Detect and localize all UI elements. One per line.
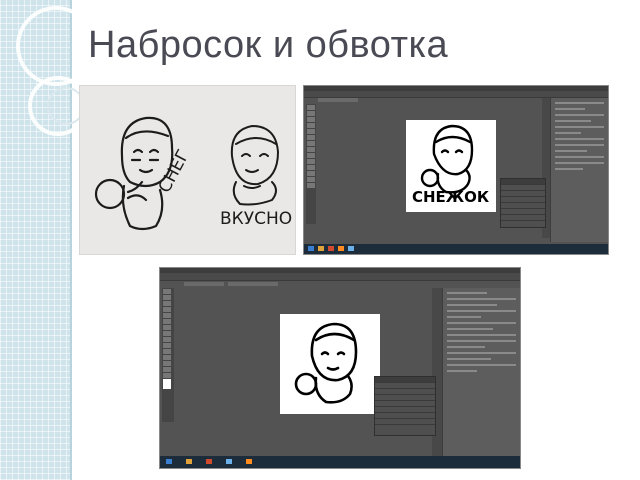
taskbar — [160, 456, 520, 468]
control-bar — [160, 273, 520, 281]
illustrator-icon[interactable] — [246, 459, 252, 464]
explorer-icon[interactable] — [186, 459, 192, 464]
document-tab[interactable] — [318, 98, 358, 102]
start-icon[interactable] — [308, 246, 314, 251]
properties-panel — [550, 98, 608, 242]
illustrator-icon[interactable] — [338, 246, 344, 251]
browser-icon[interactable] — [206, 459, 212, 464]
sketch-drawing: СНЕГ ВКУСНО — [94, 116, 292, 231]
control-bar — [304, 91, 608, 98]
sketch-caption-left: СНЕГ — [155, 147, 194, 197]
sketch-caption-right: ВКУСНО — [220, 209, 292, 229]
browser-icon[interactable] — [328, 246, 334, 251]
artboard — [280, 314, 380, 414]
document-tab[interactable] — [228, 282, 278, 286]
illustrator-screenshot-1: СНЕЖОК — [304, 86, 608, 254]
layers-panel — [374, 376, 436, 436]
app-icon[interactable] — [348, 246, 354, 251]
properties-panel — [442, 288, 520, 458]
toolbox — [306, 104, 316, 224]
layers-panel — [500, 178, 546, 228]
illustrator-screenshot-2 — [160, 268, 520, 468]
slide-title: Набросок и обвотка — [88, 24, 449, 66]
toolbox — [162, 288, 174, 422]
sketch-photo: СНЕГ ВКУСНО — [80, 86, 295, 254]
explorer-icon[interactable] — [318, 246, 324, 251]
artboard: СНЕЖОК — [406, 120, 496, 212]
artwork: СНЕЖОК — [412, 124, 490, 206]
artwork-caption: СНЕЖОК — [412, 188, 490, 206]
document-tab[interactable] — [184, 282, 224, 286]
taskbar — [304, 244, 608, 254]
app-icon[interactable] — [226, 459, 232, 464]
artwork — [294, 322, 358, 404]
start-icon[interactable] — [166, 459, 172, 464]
